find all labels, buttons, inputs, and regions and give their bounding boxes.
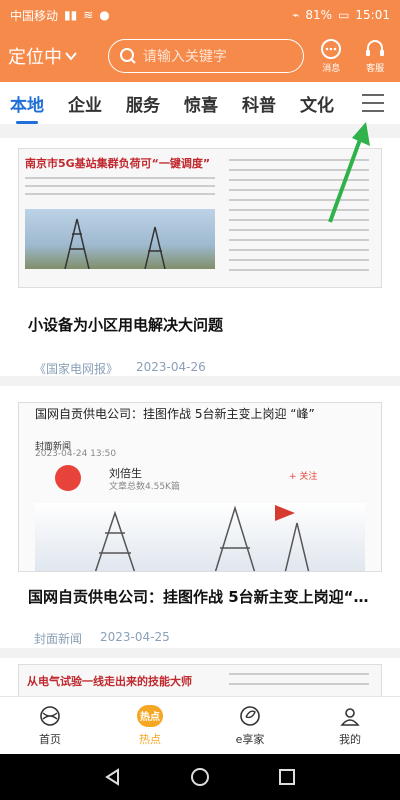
news-title[interactable]: 国网自贡供电公司：挂图作战 5台新主变上岗迎“峰” [28,586,378,607]
news-card[interactable]: 国网自贡供电公司：挂图作战 5台新主变上岗迎 “峰” 封面新闻 2023-04-… [0,386,400,648]
tab-science[interactable]: 科普 [242,91,276,116]
headset-icon [366,40,385,56]
recents-icon[interactable] [277,767,297,787]
message-button[interactable]: 消息 [314,38,348,74]
globe-icon [40,705,60,726]
thumbnail-time: 2023-04-24 13:50 [35,449,117,459]
wifi-icon: ≋ [83,8,94,22]
menu-icon[interactable] [362,92,384,114]
tab-local[interactable]: 本地 [10,91,44,124]
tab-enterprise[interactable]: 企业 [68,91,102,116]
news-date: 2023-04-26 [136,360,206,374]
thumbnail-headline: 国网自贡供电公司：挂图作战 5台新主变上岗迎 “峰” [35,407,315,421]
nav-eshare-label: e享家 [235,732,265,746]
message-label: 消息 [322,64,341,74]
news-date: 2023-04-25 [100,630,170,644]
thumbnail-headline: 南京市5G基站集群负荷可“一键调度” [25,157,211,170]
tab-service[interactable]: 服务 [126,91,160,116]
location-selector[interactable]: 定位中 [8,43,102,69]
leaf-icon [240,705,260,726]
hot-badge-icon: 热点 [137,704,163,727]
author-avatar [55,465,81,491]
nav-me-label: 我的 [339,732,361,746]
news-source: 封面新闻 [34,632,83,646]
search-icon [119,48,136,64]
back-icon[interactable] [103,767,123,787]
follow-button: + 关注 [289,472,318,482]
tab-surprise[interactable]: 惊喜 [184,91,218,116]
nav-hot[interactable]: 热点 热点 [100,697,200,754]
thumbnail-headline: 从电气试验一线走出来的技能大师 [27,675,192,688]
nav-me[interactable]: 我的 [300,697,400,754]
battery-level: 81% [305,8,333,22]
home-icon[interactable] [190,767,210,787]
news-title[interactable]: 小设备为小区用电解决大问题 [28,314,378,335]
transmission-tower-photo [25,209,215,270]
news-meta: 封面新闻 2023-04-25 [34,630,170,647]
nav-home[interactable]: 首页 [0,697,100,754]
user-icon [340,707,360,726]
annotation-arrow [328,122,370,223]
news-source: 《国家电网报》 [34,362,119,376]
nav-eshare[interactable]: e享家 [200,697,300,754]
news-thumbnail: 国网自贡供电公司：挂图作战 5台新主变上岗迎 “峰” 封面新闻 2023-04-… [18,402,382,572]
search-input[interactable]: 请输入关键字 [107,39,305,73]
battery-icon: ▭ [338,8,350,22]
nav-home-label: 首页 [39,732,61,746]
mute-icon: ⌁ [292,8,300,22]
chevron-down-icon [65,52,77,61]
bottom-nav: 首页 热点 热点 e享家 我的 [0,696,400,754]
nav-hot-label: 热点 [139,732,161,746]
substation-photo [35,503,365,571]
location-label: 定位中 [8,47,62,68]
service-button[interactable]: 客服 [358,38,392,74]
system-nav-bar [0,754,400,800]
status-bar: 中国移动 ▮▮ ≋ ● ⌁ 81% ▭ 15:01 [0,0,400,30]
carrier-label: 中国移动 [10,8,59,23]
news-card[interactable]: 从电气试验一线走出来的技能大师 [0,658,400,696]
news-thumbnail: 从电气试验一线走出来的技能大师 [18,664,382,696]
tab-culture[interactable]: 文化 [300,91,334,116]
service-label: 客服 [366,64,385,74]
news-meta: 《国家电网报》 2023-04-26 [34,360,206,377]
top-header: 定位中 请输入关键字 消息 客服 [0,30,400,82]
search-placeholder: 请输入关键字 [142,49,227,65]
chat-icon: ● [99,8,110,22]
author-stats: 文章总数4.55K篇 [109,482,180,492]
message-icon [321,39,342,59]
clock: 15:01 [355,8,390,22]
signal-icon: ▮▮ [64,8,78,22]
